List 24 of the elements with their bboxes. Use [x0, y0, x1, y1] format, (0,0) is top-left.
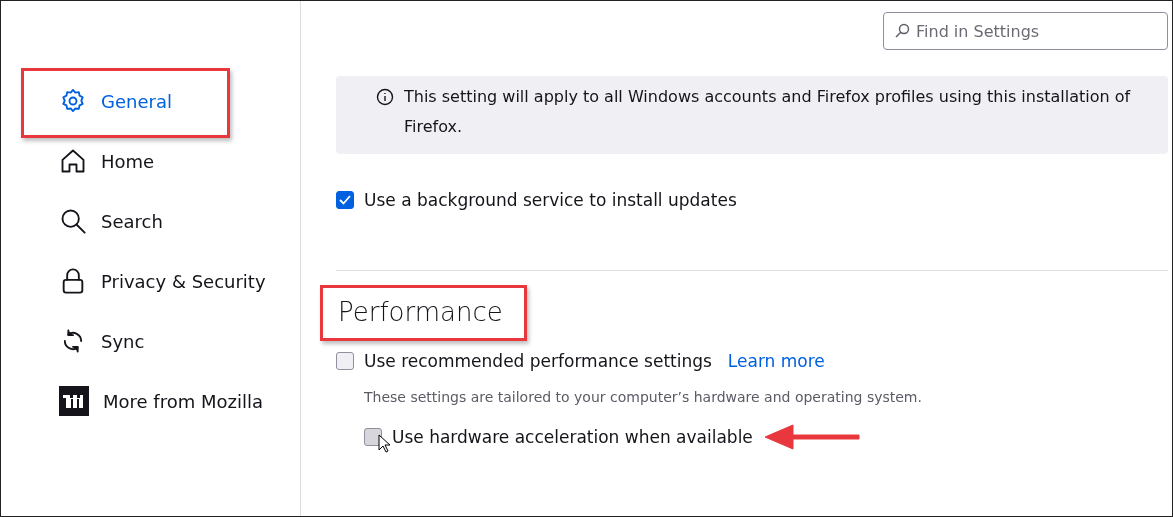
sidebar-item[interactable]: Sync — [59, 327, 145, 355]
learn-more-link[interactable]: Learn more — [727, 351, 825, 371]
mozilla-logo-icon — [59, 386, 89, 416]
sidebar-item[interactable]: General — [59, 87, 172, 115]
description-text: These settings are tailored to your computer’s hardware and operating system. — [363, 389, 922, 405]
checkbox-label: Use hardware acceleration when available — [392, 427, 753, 447]
notice-text: Firefox. — [404, 116, 463, 138]
sidebar-item[interactable]: Privacy & Security — [59, 267, 266, 295]
sidebar-item[interactable]: More from Mozilla — [59, 386, 263, 416]
checkbox[interactable] — [336, 191, 354, 209]
sidebar-item[interactable]: Search — [59, 207, 163, 235]
home-icon — [59, 147, 87, 175]
notice-text: This setting will apply to all Windows accounts and Firefox profiles using this installation of — [404, 86, 1131, 108]
cursor-icon — [378, 434, 390, 454]
search-field[interactable]: Find in Settings — [883, 12, 1168, 50]
search-icon — [59, 207, 87, 235]
checkbox-label: Use a background service to install updates — [364, 190, 737, 210]
sidebar-item[interactable]: Home — [59, 147, 155, 175]
settings-icon — [59, 87, 87, 115]
checkbox[interactable] — [336, 352, 354, 370]
checkbox-label: Use recommended performance settings — [364, 351, 712, 371]
info-icon — [376, 88, 394, 106]
section-heading: Performance — [338, 297, 503, 327]
search-icon — [894, 23, 910, 39]
